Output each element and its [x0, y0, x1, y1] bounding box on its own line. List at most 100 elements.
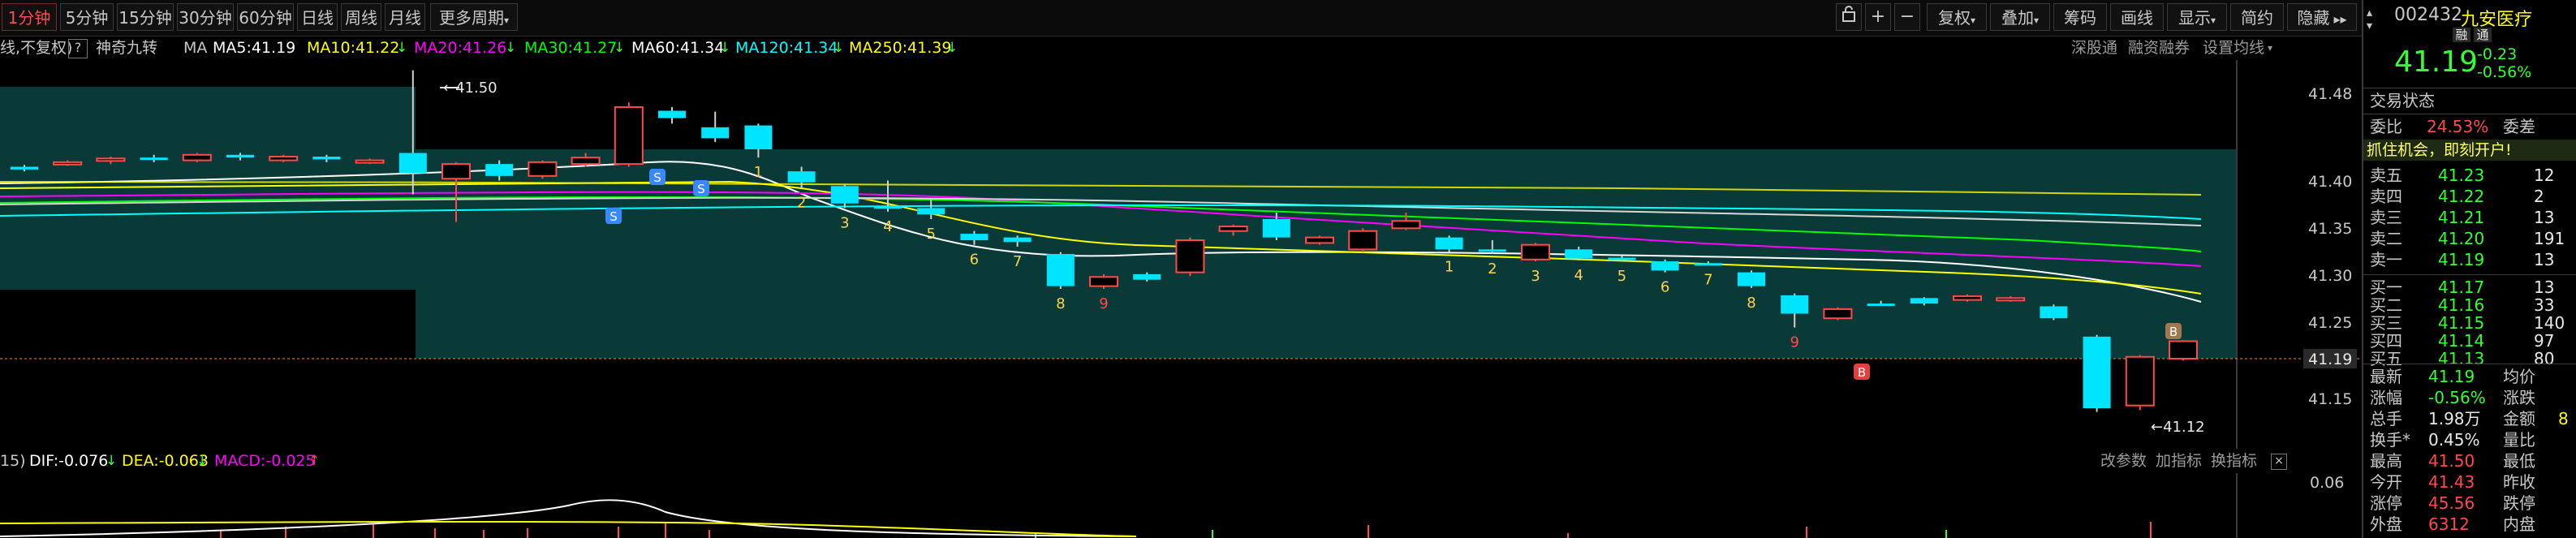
candle-up[interactable]: [1996, 297, 2026, 302]
more-periods-dropdown[interactable]: 更多周期▾: [430, 3, 518, 31]
candle-down[interactable]: [2040, 306, 2068, 319]
candle-down[interactable]: [960, 234, 989, 241]
help-icon[interactable]: ?: [68, 39, 88, 58]
switch-indicator-link[interactable]: 换指标: [2211, 449, 2257, 473]
candle-up[interactable]: [269, 156, 299, 161]
fuquan-dropdown[interactable]: 复权▾: [1927, 3, 1987, 31]
candle-down[interactable]: [1003, 237, 1032, 243]
ask-row[interactable]: 卖五 41.23 12: [2370, 166, 2576, 185]
candle-down[interactable]: [1565, 249, 1593, 259]
chevron-up-icon[interactable]: ▴: [2367, 6, 2372, 19]
period-5min-tab[interactable]: 5分钟: [60, 3, 114, 31]
candle-down[interactable]: [312, 157, 341, 160]
candle-down[interactable]: [140, 157, 168, 161]
candle-down[interactable]: [1608, 257, 1636, 260]
candle-down[interactable]: [398, 153, 427, 174]
chevron-down-icon[interactable]: ▾: [2367, 19, 2372, 32]
candle-down[interactable]: [658, 110, 686, 118]
candle-down[interactable]: [1738, 272, 1765, 286]
draw-line-button[interactable]: 画线: [2110, 3, 2164, 31]
close-icon[interactable]: ×: [2271, 454, 2287, 470]
candlestick-chart[interactable]: 1 2 3 4 5 6 7 8 9 1 2 3 4 5 6 7 8 9 S S S B B ←41.50 ←41.…: [0, 60, 2362, 449]
set-ma-link[interactable]: 设置均线: [2203, 36, 2264, 60]
bid-row[interactable]: 买四 41.14 97: [2370, 331, 2576, 351]
hide-button[interactable]: 隐藏 ▸▸: [2287, 3, 2357, 31]
candle-up[interactable]: [528, 161, 558, 177]
overlay-dropdown[interactable]: 叠加▾: [1990, 3, 2050, 31]
simple-mode-button[interactable]: 简约: [2230, 3, 2284, 31]
stat-row[interactable]: 最新 41.19 均价: [2370, 367, 2576, 386]
candle-down[interactable]: [2083, 336, 2111, 409]
candle-down[interactable]: [11, 166, 38, 170]
zoom-out-icon[interactable]: −: [1894, 3, 1920, 31]
candle-down[interactable]: [1781, 295, 1809, 314]
display-dropdown[interactable]: 显示▾: [2167, 3, 2227, 31]
promo-banner[interactable]: 抓住机会，即刻开户!: [2363, 140, 2576, 161]
candle-up[interactable]: [355, 159, 385, 164]
candle-down[interactable]: [485, 164, 514, 176]
stat-row[interactable]: 总手 1.98万 金额 8: [2370, 409, 2576, 428]
bid-row[interactable]: 买一 41.17 13: [2370, 278, 2576, 297]
candle-up[interactable]: [571, 157, 601, 166]
period-30min-tab[interactable]: 30分钟: [177, 3, 234, 31]
candle-up[interactable]: [1348, 230, 1378, 251]
candle-down[interactable]: [1133, 273, 1161, 280]
bid-row[interactable]: 买二 41.16 33: [2370, 295, 2576, 315]
sell-marker[interactable]: S: [693, 180, 709, 196]
candle-up[interactable]: [442, 163, 471, 180]
ask-row[interactable]: 卖一 41.19 13: [2370, 250, 2576, 269]
candle-down[interactable]: [1435, 237, 1463, 250]
sz-connect-link[interactable]: 深股通: [2071, 36, 2117, 60]
candle-up[interactable]: [2169, 340, 2198, 359]
period-1min-tab[interactable]: 1分钟: [2, 3, 57, 31]
candle-up[interactable]: [2125, 355, 2155, 407]
candle-down[interactable]: [917, 208, 946, 215]
candle-down[interactable]: [1262, 219, 1290, 238]
bid-row[interactable]: 买三 41.15 140: [2370, 313, 2576, 333]
candle-down[interactable]: [744, 125, 773, 149]
period-60min-tab[interactable]: 60分钟: [237, 3, 294, 31]
candle-up[interactable]: [1175, 239, 1205, 273]
margin-trading-link[interactable]: 融资融券: [2128, 36, 2190, 60]
candle-up[interactable]: [1391, 220, 1421, 230]
stat-row[interactable]: 外盘 6312 内盘: [2370, 514, 2576, 534]
chips-button[interactable]: 筹码: [2053, 3, 2107, 31]
candle-down[interactable]: [874, 206, 902, 209]
candle-down[interactable]: [1910, 298, 1938, 304]
zoom-in-icon[interactable]: +: [1865, 3, 1891, 31]
candle-down[interactable]: [1478, 249, 1506, 252]
candle-down[interactable]: [701, 127, 730, 139]
candle-down[interactable]: [226, 154, 254, 158]
candle-up[interactable]: [1305, 236, 1334, 244]
stock-name[interactable]: 九安医疗: [2461, 5, 2532, 31]
candle-up[interactable]: [1521, 243, 1550, 260]
macd-chart[interactable]: 0.06: [0, 473, 2362, 538]
stat-row[interactable]: 今开 41.43 昨收: [2370, 472, 2576, 492]
ask-row[interactable]: 卖三 41.21 13: [2370, 208, 2576, 227]
period-15min-tab[interactable]: 15分钟: [117, 3, 174, 31]
candle-up[interactable]: [614, 105, 644, 166]
candle-down[interactable]: [1046, 254, 1075, 286]
candle-up[interactable]: [96, 157, 126, 162]
candle-down[interactable]: [830, 186, 859, 204]
stat-row[interactable]: 最高 41.50 最低: [2370, 451, 2576, 471]
period-week-tab[interactable]: 周线: [341, 3, 381, 31]
stat-row[interactable]: 涨停 45.56 跌停: [2370, 493, 2576, 513]
buy-marker[interactable]: B: [2165, 323, 2182, 339]
candle-up[interactable]: [1953, 295, 1982, 301]
candle-down[interactable]: [1867, 303, 1895, 307]
candle-up[interactable]: [1823, 308, 1853, 320]
chevron-down-icon[interactable]: ▾: [2268, 36, 2272, 60]
candle-up[interactable]: [1218, 226, 1248, 232]
candle-up[interactable]: [182, 153, 212, 161]
add-indicator-link[interactable]: 加指标: [2156, 449, 2202, 473]
candle-down[interactable]: [1651, 261, 1679, 271]
candle-up[interactable]: [1089, 276, 1118, 287]
period-day-tab[interactable]: 日线: [297, 3, 338, 31]
bid-row[interactable]: 买五 41.13 80: [2370, 349, 2576, 368]
sell-marker[interactable]: S: [605, 208, 622, 224]
lock-icon[interactable]: [1836, 3, 1862, 31]
candle-down[interactable]: [787, 171, 816, 183]
buy-marker[interactable]: B: [1854, 364, 1870, 380]
stat-row[interactable]: 涨幅 -0.56% 涨跌: [2370, 388, 2576, 407]
